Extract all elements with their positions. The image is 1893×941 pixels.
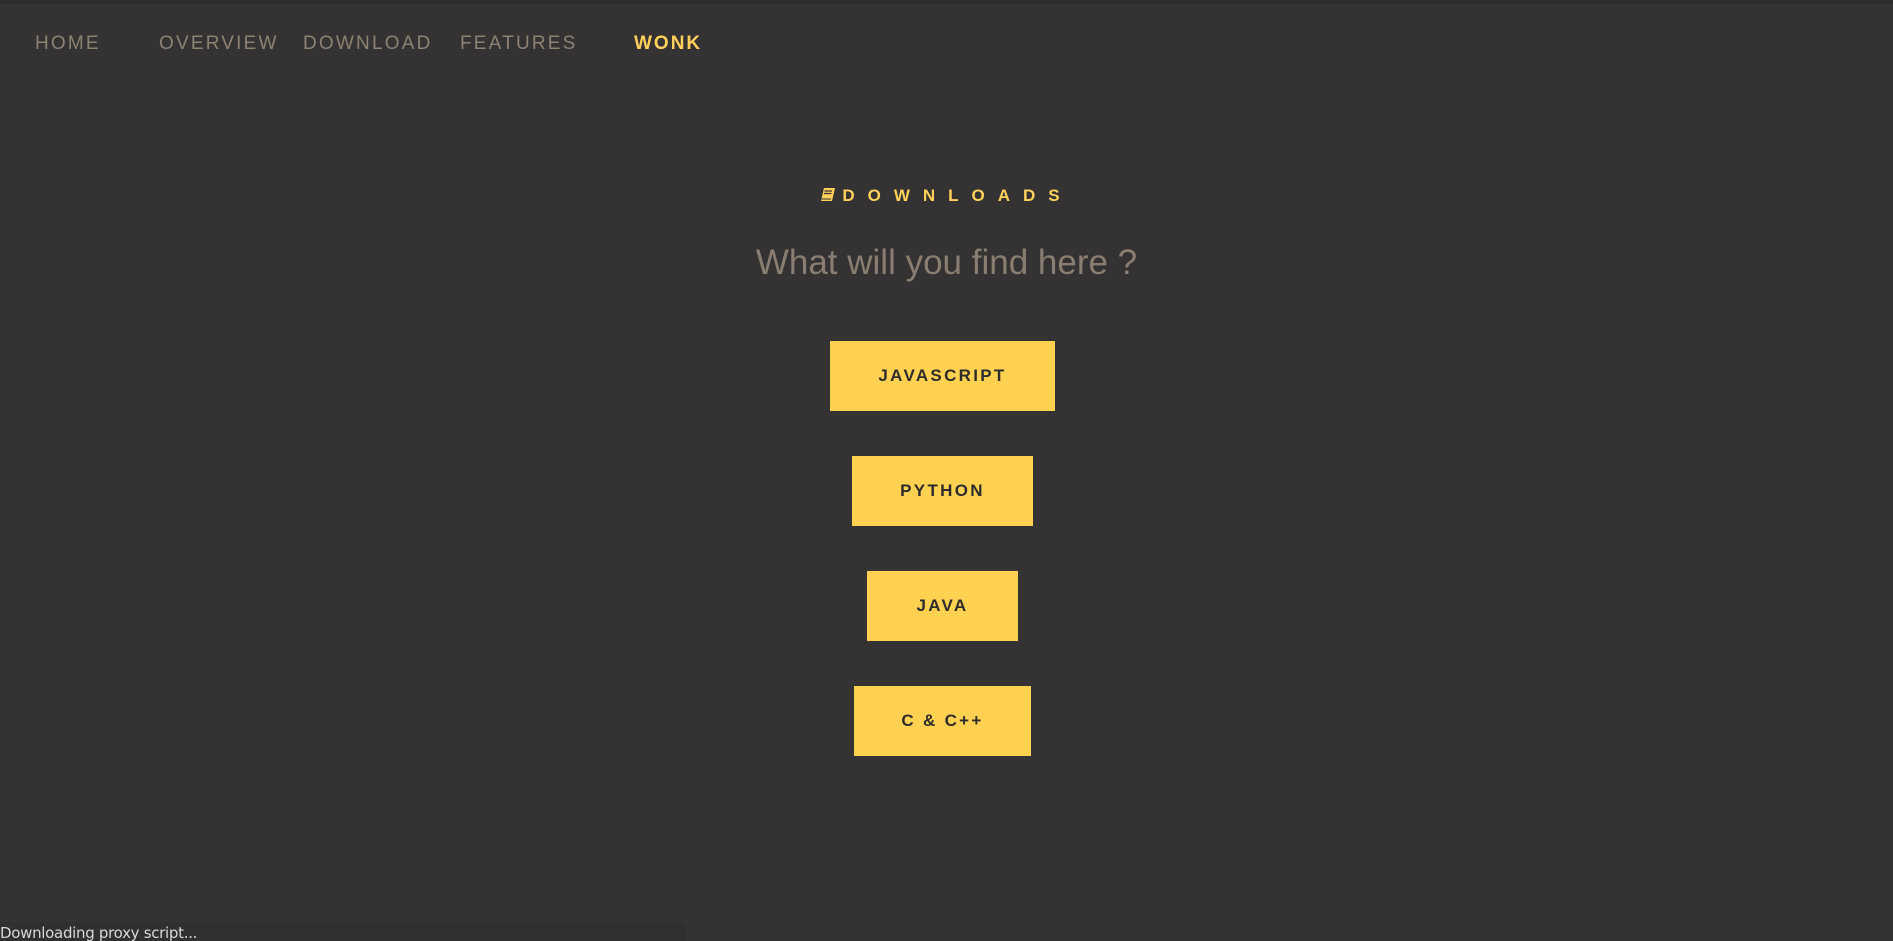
nav-overview-link[interactable]: OVERVIEW xyxy=(159,32,279,56)
section-subtitle: What will you find here ? xyxy=(755,243,1138,282)
section-heading: DOWNLOADS xyxy=(0,186,1893,208)
page: HOME OVERVIEW DOWNLOAD FEATURES WONK DOW… xyxy=(0,0,1893,941)
nav-features-link[interactable]: FEATURES xyxy=(460,32,578,56)
nav-brand-link[interactable]: WONK xyxy=(634,32,702,56)
browser-top-edge xyxy=(0,0,1893,4)
nav-home-link[interactable]: HOME xyxy=(35,32,101,56)
javascript-download-button[interactable]: JAVASCRIPT xyxy=(830,341,1055,411)
c-cpp-download-button[interactable]: C & C++ xyxy=(854,686,1031,756)
book-icon xyxy=(820,187,836,208)
status-text: Downloading proxy script... xyxy=(0,924,198,941)
browser-status-bar: Downloading proxy script... xyxy=(0,922,686,941)
nav-download-link[interactable]: DOWNLOAD xyxy=(303,32,433,56)
java-download-button[interactable]: JAVA xyxy=(867,571,1018,641)
python-download-button[interactable]: PYTHON xyxy=(852,456,1033,526)
top-nav: HOME OVERVIEW DOWNLOAD FEATURES WONK xyxy=(0,32,1893,56)
section-title-text: DOWNLOADS xyxy=(842,186,1073,205)
